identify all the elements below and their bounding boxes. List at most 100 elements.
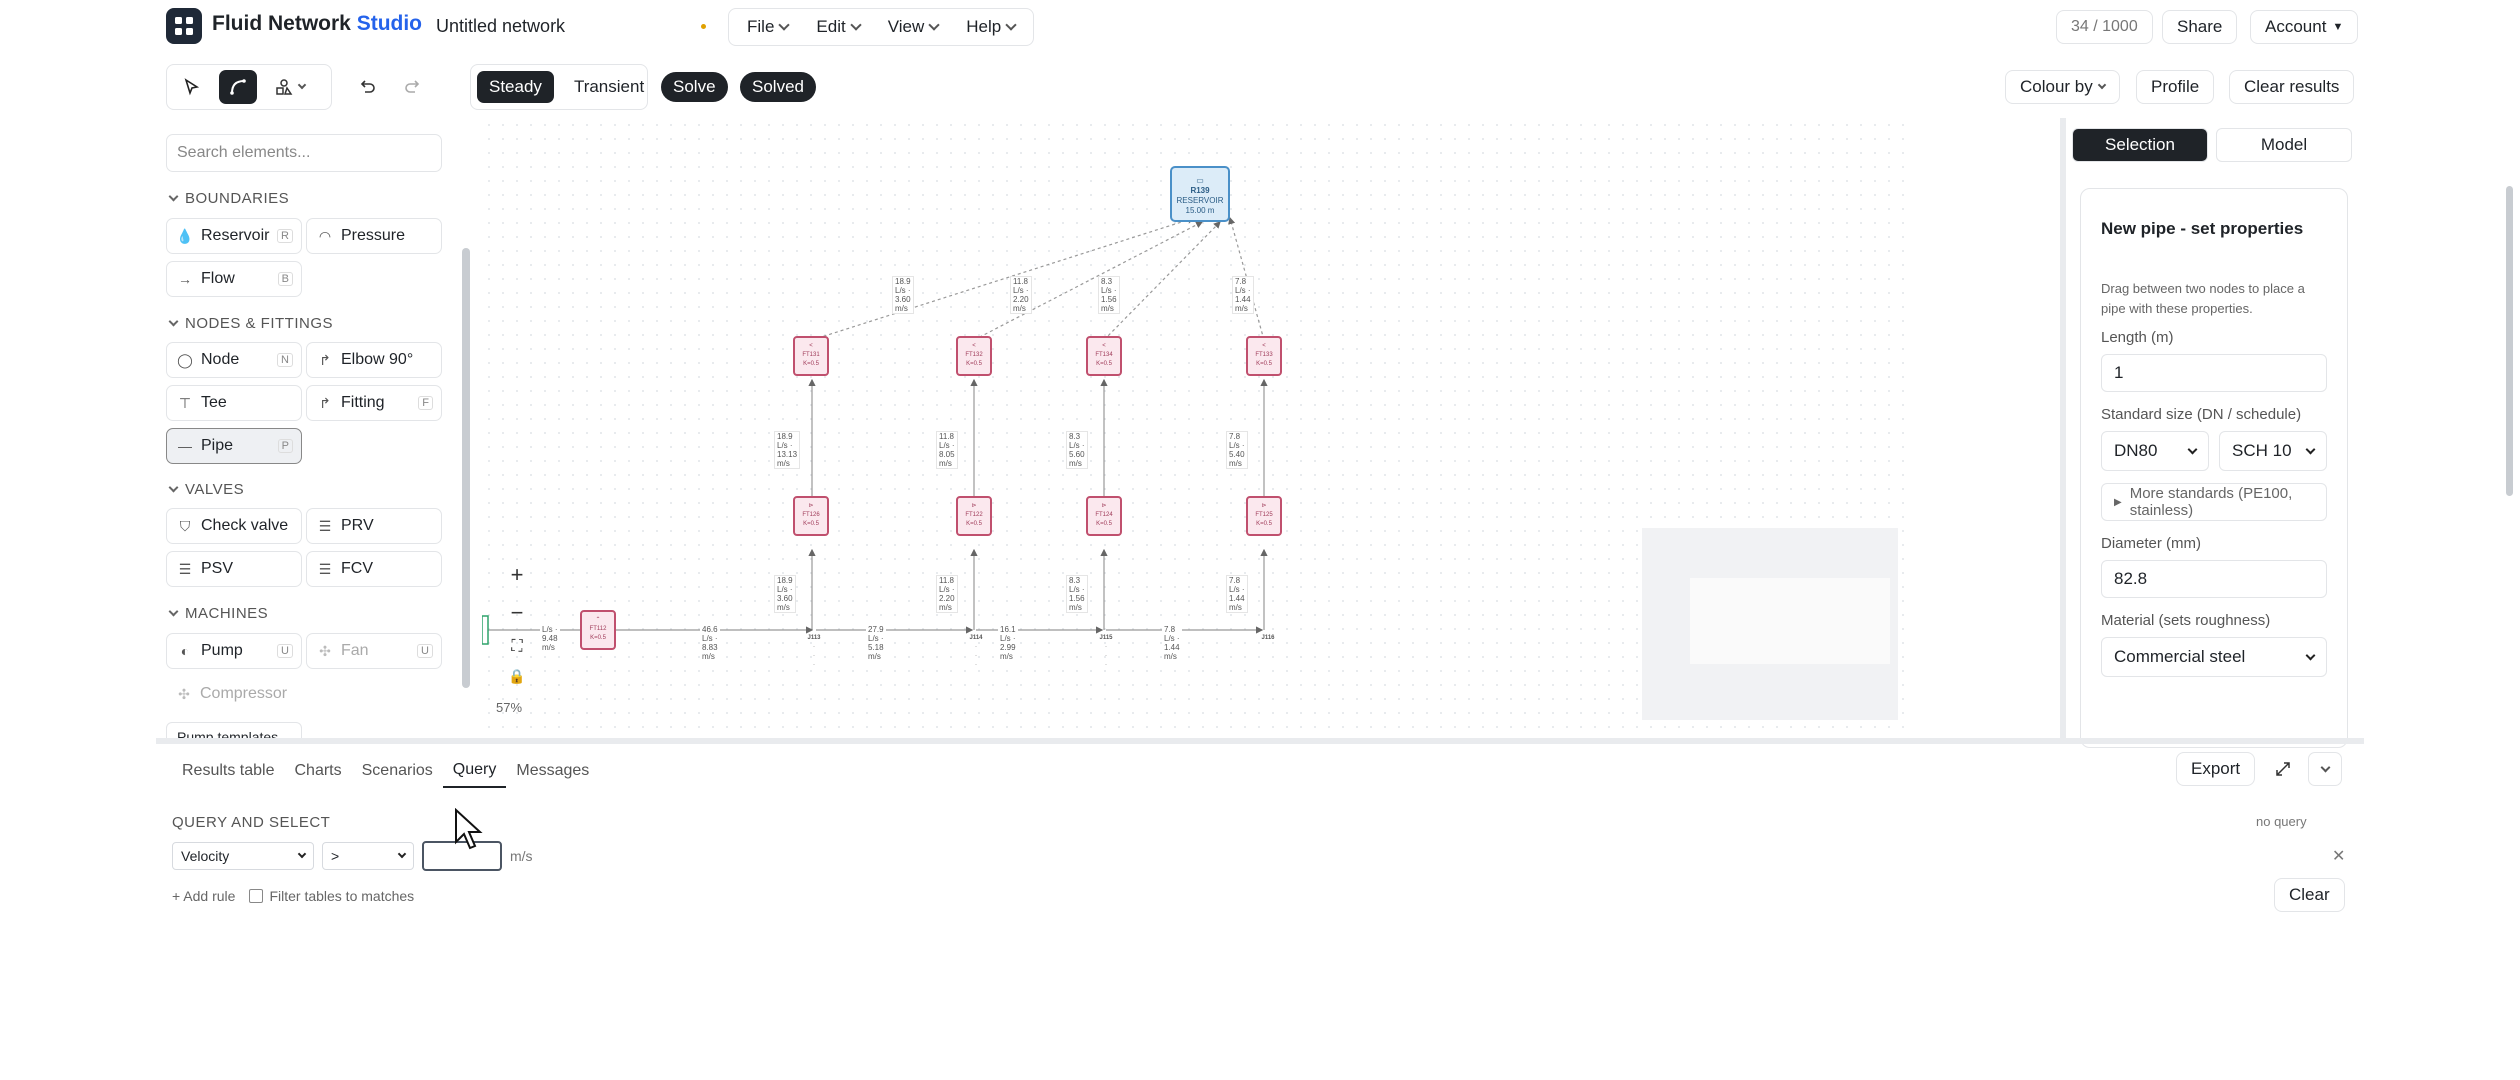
remove-rule-close-icon[interactable]: ✕ (2332, 846, 2345, 866)
inspector-panel: Selection Model New pipe - set propertie… (2072, 118, 2364, 748)
palette-tee[interactable]: ⊤ Tee (166, 385, 302, 421)
palette-reservoir[interactable]: 💧 Reservoir R (166, 218, 302, 254)
menu-bar: File Edit View Help (728, 8, 1035, 46)
pipe-line[interactable] (1103, 221, 1221, 341)
fitting-node[interactable]: ⊳ FT125 K=0.5 (1246, 496, 1282, 536)
diameter-input[interactable]: 82.8 (2101, 560, 2327, 598)
palette-flow[interactable]: → Flow B (166, 261, 302, 297)
chevron-down-icon (397, 849, 407, 859)
fitting-node[interactable]: < FT131 K=0.5 (793, 336, 829, 376)
palette-psv[interactable]: ☰ PSV (166, 551, 302, 587)
length-input[interactable]: 1 (2101, 354, 2327, 392)
query-operator-select[interactable]: > (322, 842, 414, 870)
fit-view-button[interactable]: ⛶ (511, 638, 522, 656)
valve-icon: ⊳ (971, 503, 977, 509)
document-name[interactable]: Untitled network (436, 16, 565, 37)
chevron-down-icon (2305, 650, 2316, 660)
query-actions: + Add rule Filter tables to matches (172, 888, 414, 904)
filter-checkbox[interactable] (249, 889, 264, 903)
add-rule-link[interactable]: + Add rule (172, 888, 235, 904)
section-boundaries[interactable]: BOUNDARIES (168, 190, 289, 207)
junction-node[interactable]: J114 · · · (958, 634, 994, 670)
account-menu-button[interactable]: Account ▼ (2250, 10, 2359, 44)
minimap-viewport[interactable] (1690, 578, 1890, 664)
steady-mode-button[interactable]: Steady (477, 71, 554, 103)
tab-results-table[interactable]: Results table (172, 754, 285, 788)
tab-messages[interactable]: Messages (506, 754, 599, 788)
palette-elbow[interactable]: ↱ Elbow 90° (306, 342, 442, 378)
transient-mode-button[interactable]: Transient (562, 71, 656, 103)
junction-node[interactable]: J113 · · · (796, 634, 832, 670)
fitting-node[interactable]: ⊳ FT124 K=0.5 (1086, 496, 1122, 536)
fitting-node[interactable]: ⌃ FT112 K=0.5 (580, 610, 616, 650)
section-valves[interactable]: VALVES (168, 481, 244, 498)
network-canvas[interactable]: 18.9 L/s · 3.60 m/s 11.8 L/s · 2.20 m/s … (482, 118, 1912, 738)
junction-node[interactable]: J115 · · · (1088, 634, 1124, 670)
pipe-line[interactable] (973, 221, 1204, 341)
tab-model[interactable]: Model (2216, 128, 2352, 162)
inlet-boundary-node[interactable] (482, 615, 489, 645)
reservoir-node[interactable]: ▭ R139 RESERVOIR 15.00 m (1170, 166, 1230, 222)
palette-prv[interactable]: ☰ PRV (306, 508, 442, 544)
select-tool-button[interactable] (173, 70, 211, 104)
schedule-select[interactable]: SCH 10 (2219, 431, 2327, 471)
redo-button[interactable] (394, 70, 432, 104)
fitting-node[interactable]: ⊳ FT122 K=0.5 (956, 496, 992, 536)
palette-pump[interactable]: ◐ Pump U (166, 633, 302, 669)
palette-check-valve[interactable]: ⛉ Check valve (166, 508, 302, 544)
section-machines[interactable]: MACHINES (168, 605, 268, 622)
tool-group (166, 64, 332, 110)
tab-selection[interactable]: Selection (2072, 128, 2208, 162)
fitting-node[interactable]: ⊳ FT126 K=0.5 (793, 496, 829, 536)
tab-scenarios[interactable]: Scenarios (352, 754, 443, 788)
query-field-select[interactable]: Velocity (172, 842, 314, 870)
profile-button[interactable]: Profile (2136, 70, 2215, 104)
clear-query-button[interactable]: Clear (2274, 878, 2345, 912)
zoom-out-button[interactable]: − (511, 600, 524, 626)
palette-fcv[interactable]: ☰ FCV (306, 551, 442, 587)
expand-icon (2276, 762, 2290, 776)
fitting-node[interactable]: < FT132 K=0.5 (956, 336, 992, 376)
export-button[interactable]: Export (2176, 752, 2256, 786)
hint-text: Drag between two nodes to place a pipe w… (2101, 281, 2305, 316)
pipe-tool-button[interactable] (219, 70, 257, 104)
shapes-tool-button[interactable] (265, 70, 315, 104)
search-elements-input[interactable]: Search elements... (166, 134, 442, 172)
dn-select[interactable]: DN80 (2101, 431, 2209, 471)
lock-icon[interactable]: 🔒 (508, 668, 525, 685)
inspector-scrollbar[interactable] (2506, 186, 2513, 496)
collapse-panel-button[interactable] (2308, 752, 2342, 786)
palette-node[interactable]: ◯ Node N (166, 342, 302, 378)
menu-file[interactable]: File (733, 11, 802, 43)
shield-check-icon: ⛉ (179, 517, 191, 534)
palette-pressure[interactable]: ◠ Pressure (306, 218, 442, 254)
filter-tables-toggle[interactable]: Filter tables to matches (249, 888, 414, 904)
section-nodes-fittings[interactable]: NODES & FITTINGS (168, 315, 333, 332)
undo-button[interactable] (348, 70, 386, 104)
inspector-resize-handle[interactable] (2060, 118, 2066, 738)
zoom-in-button[interactable]: + (511, 562, 524, 588)
palette-pump-templates[interactable]: Pump templates (166, 722, 302, 738)
colour-by-dropdown[interactable]: Colour by (2005, 70, 2120, 104)
more-standards-expander[interactable]: ▶ More standards (PE100, stainless) (2101, 483, 2327, 521)
tab-charts[interactable]: Charts (285, 754, 352, 788)
circle-node-icon: ◯ (177, 351, 193, 368)
palette-pipe[interactable]: — Pipe P (166, 428, 302, 464)
solve-button[interactable]: Solve (661, 72, 728, 102)
palette-scrollbar[interactable] (462, 248, 470, 688)
menu-help[interactable]: Help (952, 11, 1029, 43)
fitting-node[interactable]: < FT133 K=0.5 (1246, 336, 1282, 376)
share-button[interactable]: Share (2162, 10, 2238, 44)
sliders-icon: ☰ (318, 560, 332, 577)
expand-panel-button[interactable] (2266, 752, 2300, 786)
material-select[interactable]: Commercial steel (2101, 637, 2327, 677)
fitting-node[interactable]: < FT134 K=0.5 (1086, 336, 1122, 376)
junction-node[interactable]: J116 (1250, 634, 1286, 643)
palette-fitting[interactable]: ↱ Fitting F (306, 385, 442, 421)
pipe-line[interactable] (811, 216, 1196, 341)
menu-edit[interactable]: Edit (802, 11, 873, 43)
menu-view[interactable]: View (874, 11, 953, 43)
clear-results-button[interactable]: Clear results (2229, 70, 2355, 104)
tab-query[interactable]: Query (442, 754, 507, 788)
minimap[interactable] (1642, 528, 1898, 720)
